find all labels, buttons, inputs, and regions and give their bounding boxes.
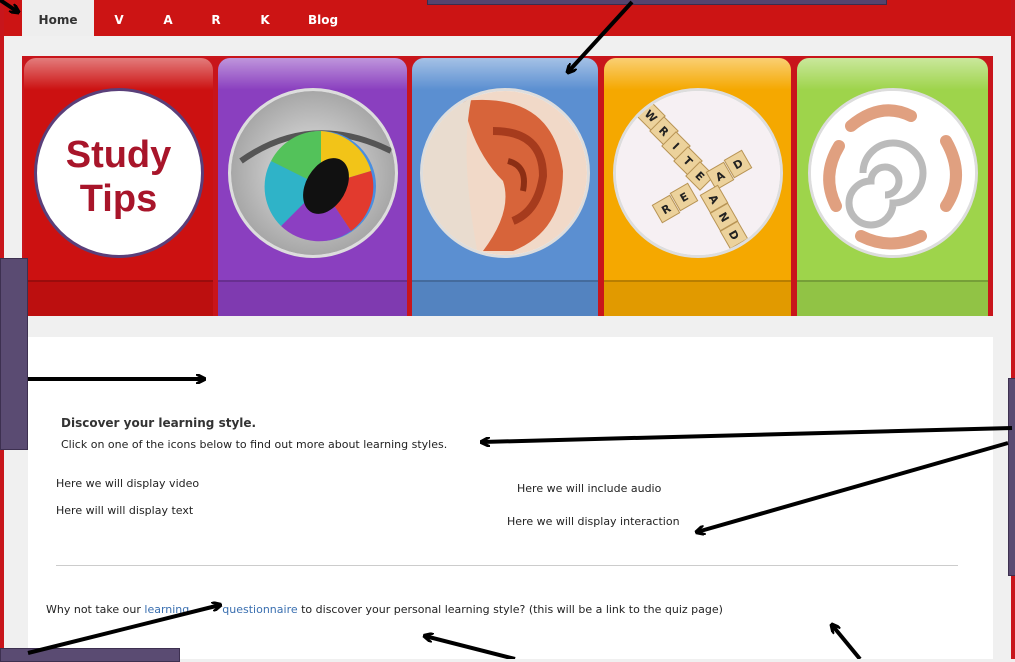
nav-r[interactable]: R (202, 0, 230, 36)
tile-shine (24, 58, 213, 90)
tile-visual[interactable] (218, 58, 407, 316)
quiz-prompt: Why not take our learning questionnaire t… (46, 603, 723, 616)
tile-shine (604, 58, 791, 90)
tile-read-write[interactable]: W R I T E R E A D A N D (604, 58, 791, 316)
ear-icon (423, 91, 587, 255)
divider (56, 565, 958, 566)
audio-placeholder: Here we will include audio (517, 482, 662, 495)
eye-image (227, 88, 398, 258)
tile-foot (604, 280, 791, 316)
tile-shine (797, 58, 988, 90)
tile-foot (24, 280, 213, 316)
eye-icon (230, 91, 395, 255)
tile-shine (218, 58, 407, 90)
hands-image (807, 88, 978, 258)
tile-study-tips[interactable]: Study Tips (24, 58, 213, 316)
study-tips-logo: Study Tips (37, 133, 201, 221)
nav-blog[interactable]: Blog (302, 0, 344, 36)
nav-v[interactable]: V (105, 0, 133, 36)
page: Home V A R K Blog Study Tips W R I T E R… (0, 0, 1015, 662)
section-heading: Discover your learning style. (61, 416, 257, 430)
study-tips-circle: Study Tips (33, 88, 204, 258)
banner: Study Tips W R I T E R E A D A N D (22, 56, 993, 316)
scrabble-tiles-icon: W R I T E R E A D A N D (615, 91, 780, 255)
tile-foot (412, 280, 598, 316)
ear-image (420, 88, 590, 258)
annotation-box-left (0, 258, 28, 450)
annotation-box-right (1008, 378, 1015, 576)
text-placeholder: Here will will display text (56, 504, 194, 517)
tile-aural[interactable] (412, 58, 598, 316)
top-navbar: Home V A R K Blog (0, 0, 1015, 36)
annotation-box-bottom (0, 648, 180, 662)
hands-icon (810, 91, 975, 255)
tile-foot (797, 280, 988, 316)
interaction-placeholder: Here we will display interaction (507, 515, 680, 528)
scrabble-image: W R I T E R E A D A N D (612, 88, 783, 258)
quiz-prompt-after: to discover your personal learning style… (297, 603, 723, 616)
nav-home[interactable]: Home (22, 0, 94, 36)
video-placeholder: Here we will display video (56, 477, 200, 490)
tile-foot (218, 280, 407, 316)
study-tips-line2: Tips (79, 178, 158, 220)
nav-k[interactable]: K (251, 0, 279, 36)
study-tips-line1: Study (65, 134, 172, 176)
questionnaire-link[interactable]: questionnaire (222, 603, 297, 616)
annotation-box (427, 0, 887, 5)
nav-a[interactable]: A (154, 0, 182, 36)
tile-kinesthetic[interactable] (797, 58, 988, 316)
section-subheading: Click on one of the icons below to find … (61, 438, 448, 451)
tile-shine (412, 58, 598, 90)
learning-link[interactable]: learning (144, 603, 189, 616)
quiz-prompt-before: Why not take our (46, 603, 145, 616)
